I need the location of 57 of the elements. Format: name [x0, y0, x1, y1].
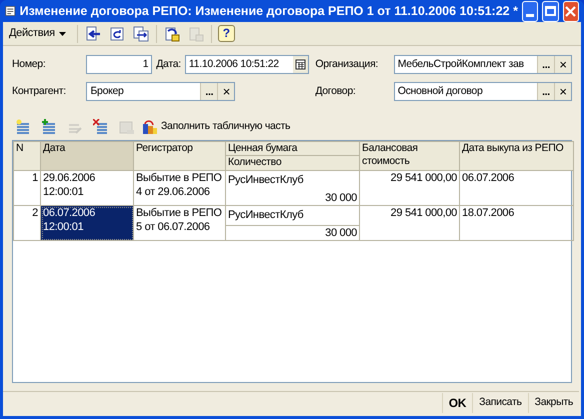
clear-button[interactable]: × [217, 83, 234, 100]
calendar-icon[interactable] [293, 56, 308, 73]
field-label: Номер: [12, 56, 46, 72]
caret-icon[interactable] [58, 32, 66, 36]
contract-field[interactable]: Основной договор ... × [394, 82, 572, 101]
column-header: Количество [226, 156, 360, 170]
table-cell: РусИнвестКлуб [226, 206, 360, 226]
field-label: Контрагент: [12, 84, 67, 99]
column-header: Дата выкупа из РЕПО [460, 142, 574, 170]
table-cell: 06.07.2006 [460, 170, 574, 206]
column-header: Дата [40, 142, 134, 170]
select-button[interactable]: ... [537, 83, 554, 100]
column-header: Регистратор [134, 142, 226, 170]
column-header: Балансовая стоимость [360, 142, 460, 170]
arrow-icon[interactable] [84, 26, 101, 42]
column-header: N [14, 142, 40, 170]
dialog-button[interactable]: Закрыть [528, 392, 579, 412]
actions-menu[interactable]: Действия [6, 24, 69, 44]
add-row-icon[interactable] [15, 119, 31, 135]
table-cell: Выбытие в РЕПО 5 от 06.07.2006 [134, 206, 226, 240]
form-icon [5, 4, 16, 18]
select-button[interactable]: ... [537, 56, 554, 73]
table-cell: 06.07.2006 12:00:01 [40, 206, 134, 240]
field-label: Дата: [156, 56, 181, 72]
table-cell: 29 541 000,00 [360, 170, 460, 206]
counterparty-field[interactable]: Брокер ... × [86, 82, 236, 101]
delete-row-icon[interactable] [93, 119, 109, 135]
help-button[interactable]: ? [218, 25, 235, 42]
dialog-button[interactable]: Записать [472, 392, 528, 412]
column-header: Ценная бумага [226, 142, 360, 156]
fill-table-button[interactable]: Заполнить табличную часть [142, 117, 290, 137]
table-cell: 30 000 [226, 226, 360, 240]
dialog-button[interactable]: OK [442, 392, 472, 412]
select-button[interactable]: ... [200, 83, 218, 100]
table-cell: 1 [14, 170, 40, 206]
close-icon[interactable] [565, 6, 576, 16]
number-field[interactable]: 1 [86, 55, 152, 74]
date-field[interactable]: 11.10.2006 10:51:22 [184, 55, 310, 74]
clear-button[interactable]: × [554, 83, 571, 100]
field-label: Организация: [315, 56, 379, 72]
document-arrow-icon[interactable] [164, 26, 180, 42]
table-cell: 30 000 [226, 190, 360, 206]
clear-button[interactable]: × [554, 56, 572, 73]
table-cell: 29 541 000,00 [360, 206, 460, 240]
refresh-icon[interactable] [108, 26, 125, 42]
field-label: Договор: [315, 84, 357, 99]
maximize-button[interactable] [542, 0, 559, 22]
chart-icon[interactable] [142, 119, 158, 135]
close-button[interactable] [562, 0, 580, 22]
table-cell: РусИнвестКлуб [226, 170, 360, 190]
table-cell: 18.07.2006 [460, 206, 574, 240]
documents-icon[interactable] [132, 26, 149, 42]
organization-field[interactable]: МебельСтройКомплект зав ... × [394, 55, 572, 74]
minimize-button[interactable] [522, 0, 538, 22]
table-cell: Выбытие в РЕПО 4 от 29.06.2006 [134, 170, 226, 206]
window-title: Изменение договора РЕПО: Изменение договора РЕПО 1 от 11.10.2006 10:51:22 * [20, 2, 518, 20]
copy-row-icon[interactable] [41, 119, 57, 135]
